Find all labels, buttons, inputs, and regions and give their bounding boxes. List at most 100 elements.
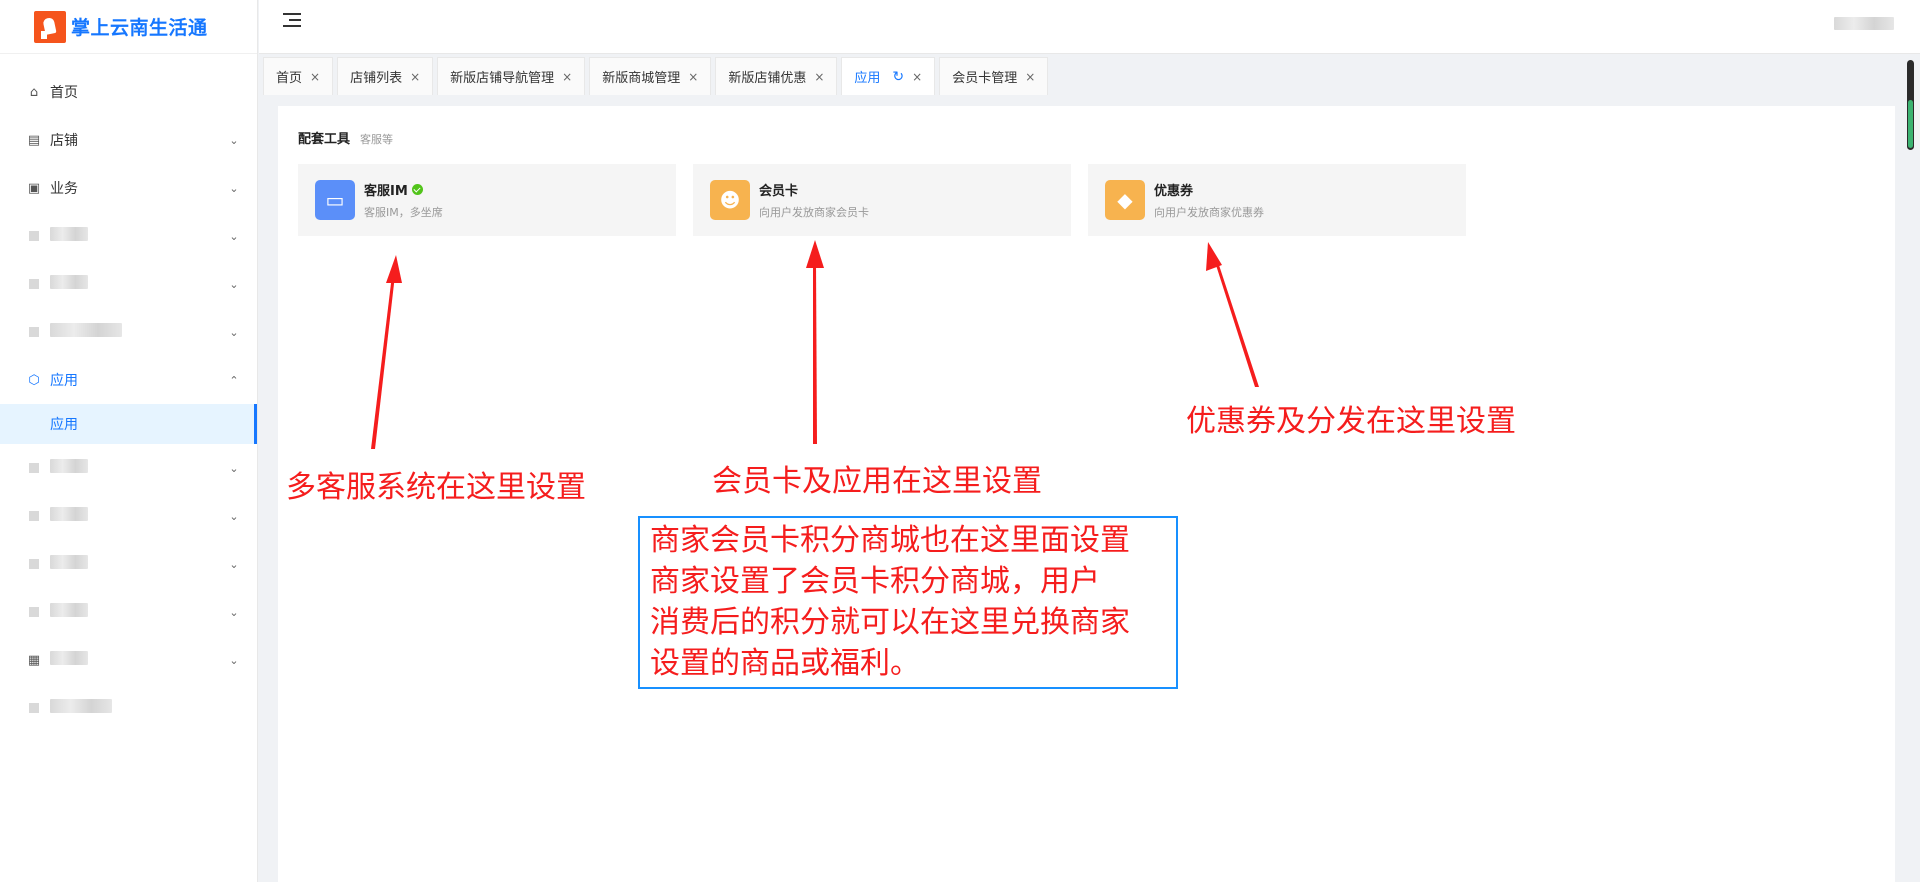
- close-icon[interactable]: ×: [688, 70, 698, 84]
- tool-card-chat[interactable]: ▭ 客服IM 客服IM，多坐席: [298, 164, 676, 236]
- sidebar-item-1[interactable]: ▤ 店铺 ⌄: [0, 116, 257, 164]
- tab-label: 应用: [854, 71, 881, 86]
- sidebar-item-13[interactable]: [0, 684, 257, 732]
- sidebar-item-12[interactable]: ▦ ⌄: [0, 636, 257, 684]
- tab-label: 店铺列表: [350, 71, 403, 86]
- sidebar-item-label-hidden: [50, 699, 227, 717]
- chevron-down-icon: ⌄: [229, 653, 239, 667]
- annotation-member: 会员卡及应用在这里设置: [712, 464, 1042, 499]
- annotation-note-line: 消费后的积分就可以在这里兑换商家: [650, 605, 1130, 640]
- tab-4[interactable]: 新版店铺优惠 ×: [715, 57, 838, 95]
- sidebar-menu: ⌂ 首页 ▤ 店铺 ⌄ ▣ 业务 ⌄ ⌄ ⌄ ⌄ ⬡ 应用 ⌃ 应用 ⌄ ⌄ ⌄ ⌄ ▦ ⌄: [0, 68, 257, 732]
- chevron-down-icon: ⌄: [229, 133, 239, 147]
- chevron-down-icon: ⌄: [229, 557, 239, 571]
- sidebar-item-label-hidden: [50, 507, 227, 525]
- tool-card-member[interactable]: ☻ 会员卡 向用户发放商家会员卡: [693, 164, 1071, 236]
- blurred-icon: [27, 277, 41, 291]
- sidebar-item-2[interactable]: ▣ 业务 ⌄: [0, 164, 257, 212]
- tool-description: 向用户发放商家会员卡: [759, 206, 869, 219]
- sidebar-item-3[interactable]: ⌄: [0, 212, 257, 260]
- refresh-icon[interactable]: ↻: [892, 69, 904, 85]
- sidebar-item-label-hidden: [50, 323, 227, 341]
- sidebar-item-11[interactable]: ⌄: [0, 588, 257, 636]
- submenu-item-label: 应用: [50, 417, 78, 433]
- sidebar-item-label: 首页: [50, 85, 78, 101]
- menu-collapse-icon[interactable]: [283, 11, 303, 29]
- grid-icon: ▦: [27, 652, 41, 668]
- sidebar-item-10[interactable]: ⌄: [0, 540, 257, 588]
- briefcase-icon: ▣: [27, 180, 41, 196]
- app-name: 掌上云南生活通: [71, 17, 208, 39]
- member-icon: ☻: [710, 180, 750, 220]
- tab-3[interactable]: 新版商城管理 ×: [589, 57, 712, 95]
- close-icon[interactable]: ×: [310, 70, 320, 84]
- chevron-down-icon: ⌄: [229, 181, 239, 195]
- tab-label: 会员卡管理: [952, 71, 1018, 86]
- sidebar-item-label: 业务: [50, 181, 78, 197]
- sidebar-item-label-hidden: [50, 227, 227, 245]
- chevron-down-icon: ⌄: [229, 605, 239, 619]
- blurred-icon: [27, 605, 41, 619]
- scroll-indicator: [1908, 100, 1913, 148]
- tab-1[interactable]: 店铺列表 ×: [337, 57, 434, 95]
- blurred-icon: [27, 557, 41, 571]
- submenu-item-app[interactable]: 应用: [0, 404, 257, 444]
- close-icon[interactable]: ×: [562, 70, 572, 84]
- sidebar-item-9[interactable]: ⌄: [0, 492, 257, 540]
- tab-label: 新版商城管理: [602, 71, 681, 86]
- logo-icon: [34, 10, 66, 43]
- tool-title: 客服IM: [364, 180, 443, 199]
- annotation-note-line: 商家会员卡积分商城也在这里面设置: [650, 523, 1130, 558]
- chevron-down-icon: ⌄: [229, 461, 239, 475]
- verified-icon: [411, 184, 423, 195]
- user-avatar[interactable]: [1834, 17, 1894, 30]
- chevron-down-icon: ⌄: [229, 277, 239, 291]
- sidebar-item-label-hidden: [50, 651, 227, 669]
- home-icon: ⌂: [29, 84, 39, 100]
- tool-description: 客服IM，多坐席: [364, 206, 443, 219]
- chat-icon: ▭: [315, 180, 355, 220]
- sidebar-item-5[interactable]: ⌄: [0, 308, 257, 356]
- blurred-icon: [27, 229, 41, 243]
- annotation-note-line: 商家设置了会员卡积分商城，用户: [650, 564, 1100, 599]
- blurred-icon: [27, 509, 41, 523]
- sidebar: 掌上云南生活通 ⌂ 首页 ▤ 店铺 ⌄ ▣ 业务 ⌄ ⌄ ⌄ ⌄ ⬡ 应用 ⌃ 应用 ⌄ ⌄ ⌄ ⌄ ▦ ⌄: [0, 0, 258, 882]
- sidebar-item-6[interactable]: ⬡ 应用 ⌃: [0, 356, 257, 404]
- sidebar-item-label-hidden: [50, 603, 227, 621]
- cube-icon: ⬡: [28, 372, 40, 388]
- app-logo[interactable]: 掌上云南生活通: [0, 0, 257, 54]
- sidebar-item-0[interactable]: ⌂ 首页: [0, 68, 257, 116]
- coupon-icon: ◆: [1105, 180, 1145, 220]
- top-header: [259, 0, 1920, 54]
- sidebar-item-label-hidden: [50, 459, 227, 477]
- tab-label: 新版店铺优惠: [728, 71, 807, 86]
- section-title: 配套工具 客服等: [298, 132, 394, 147]
- annotation-note-box: 商家会员卡积分商城也在这里面设置 商家设置了会员卡积分商城，用户 消费后的积分就可以…: [638, 516, 1178, 689]
- close-icon[interactable]: ×: [814, 70, 824, 84]
- sidebar-item-label: 应用: [50, 373, 78, 389]
- annotation-im: 多客服系统在这里设置: [286, 470, 586, 505]
- tab-2[interactable]: 新版店铺导航管理 ×: [437, 57, 586, 95]
- store-icon: ▤: [27, 132, 41, 148]
- sidebar-item-8[interactable]: ⌄: [0, 444, 257, 492]
- sidebar-item-label-hidden: [50, 555, 227, 573]
- annotation-note-line: 设置的商品或福利。: [650, 646, 920, 681]
- close-icon[interactable]: ×: [912, 70, 922, 84]
- close-icon[interactable]: ×: [410, 70, 420, 84]
- tab-0[interactable]: 首页 ×: [263, 57, 334, 95]
- chevron-down-icon: ⌄: [229, 325, 239, 339]
- tab-6[interactable]: 会员卡管理 ×: [939, 57, 1049, 95]
- chevron-down-icon: ⌄: [229, 229, 239, 243]
- close-icon[interactable]: ×: [1025, 70, 1035, 84]
- scrollbar[interactable]: [1905, 60, 1915, 150]
- tool-description: 向用户发放商家优惠券: [1154, 206, 1264, 219]
- blurred-icon: [27, 701, 41, 715]
- sidebar-item-label: 店铺: [50, 133, 78, 149]
- tab-label: 首页: [276, 71, 303, 86]
- chevron-up-icon: ⌃: [229, 373, 239, 387]
- tab-5[interactable]: 应用 ↻ ×: [841, 57, 936, 95]
- sidebar-item-4[interactable]: ⌄: [0, 260, 257, 308]
- blurred-icon: [27, 325, 41, 339]
- tool-card-coupon[interactable]: ◆ 优惠券向用户发放商家优惠券: [1088, 164, 1466, 236]
- tool-title: 优惠券: [1154, 184, 1194, 199]
